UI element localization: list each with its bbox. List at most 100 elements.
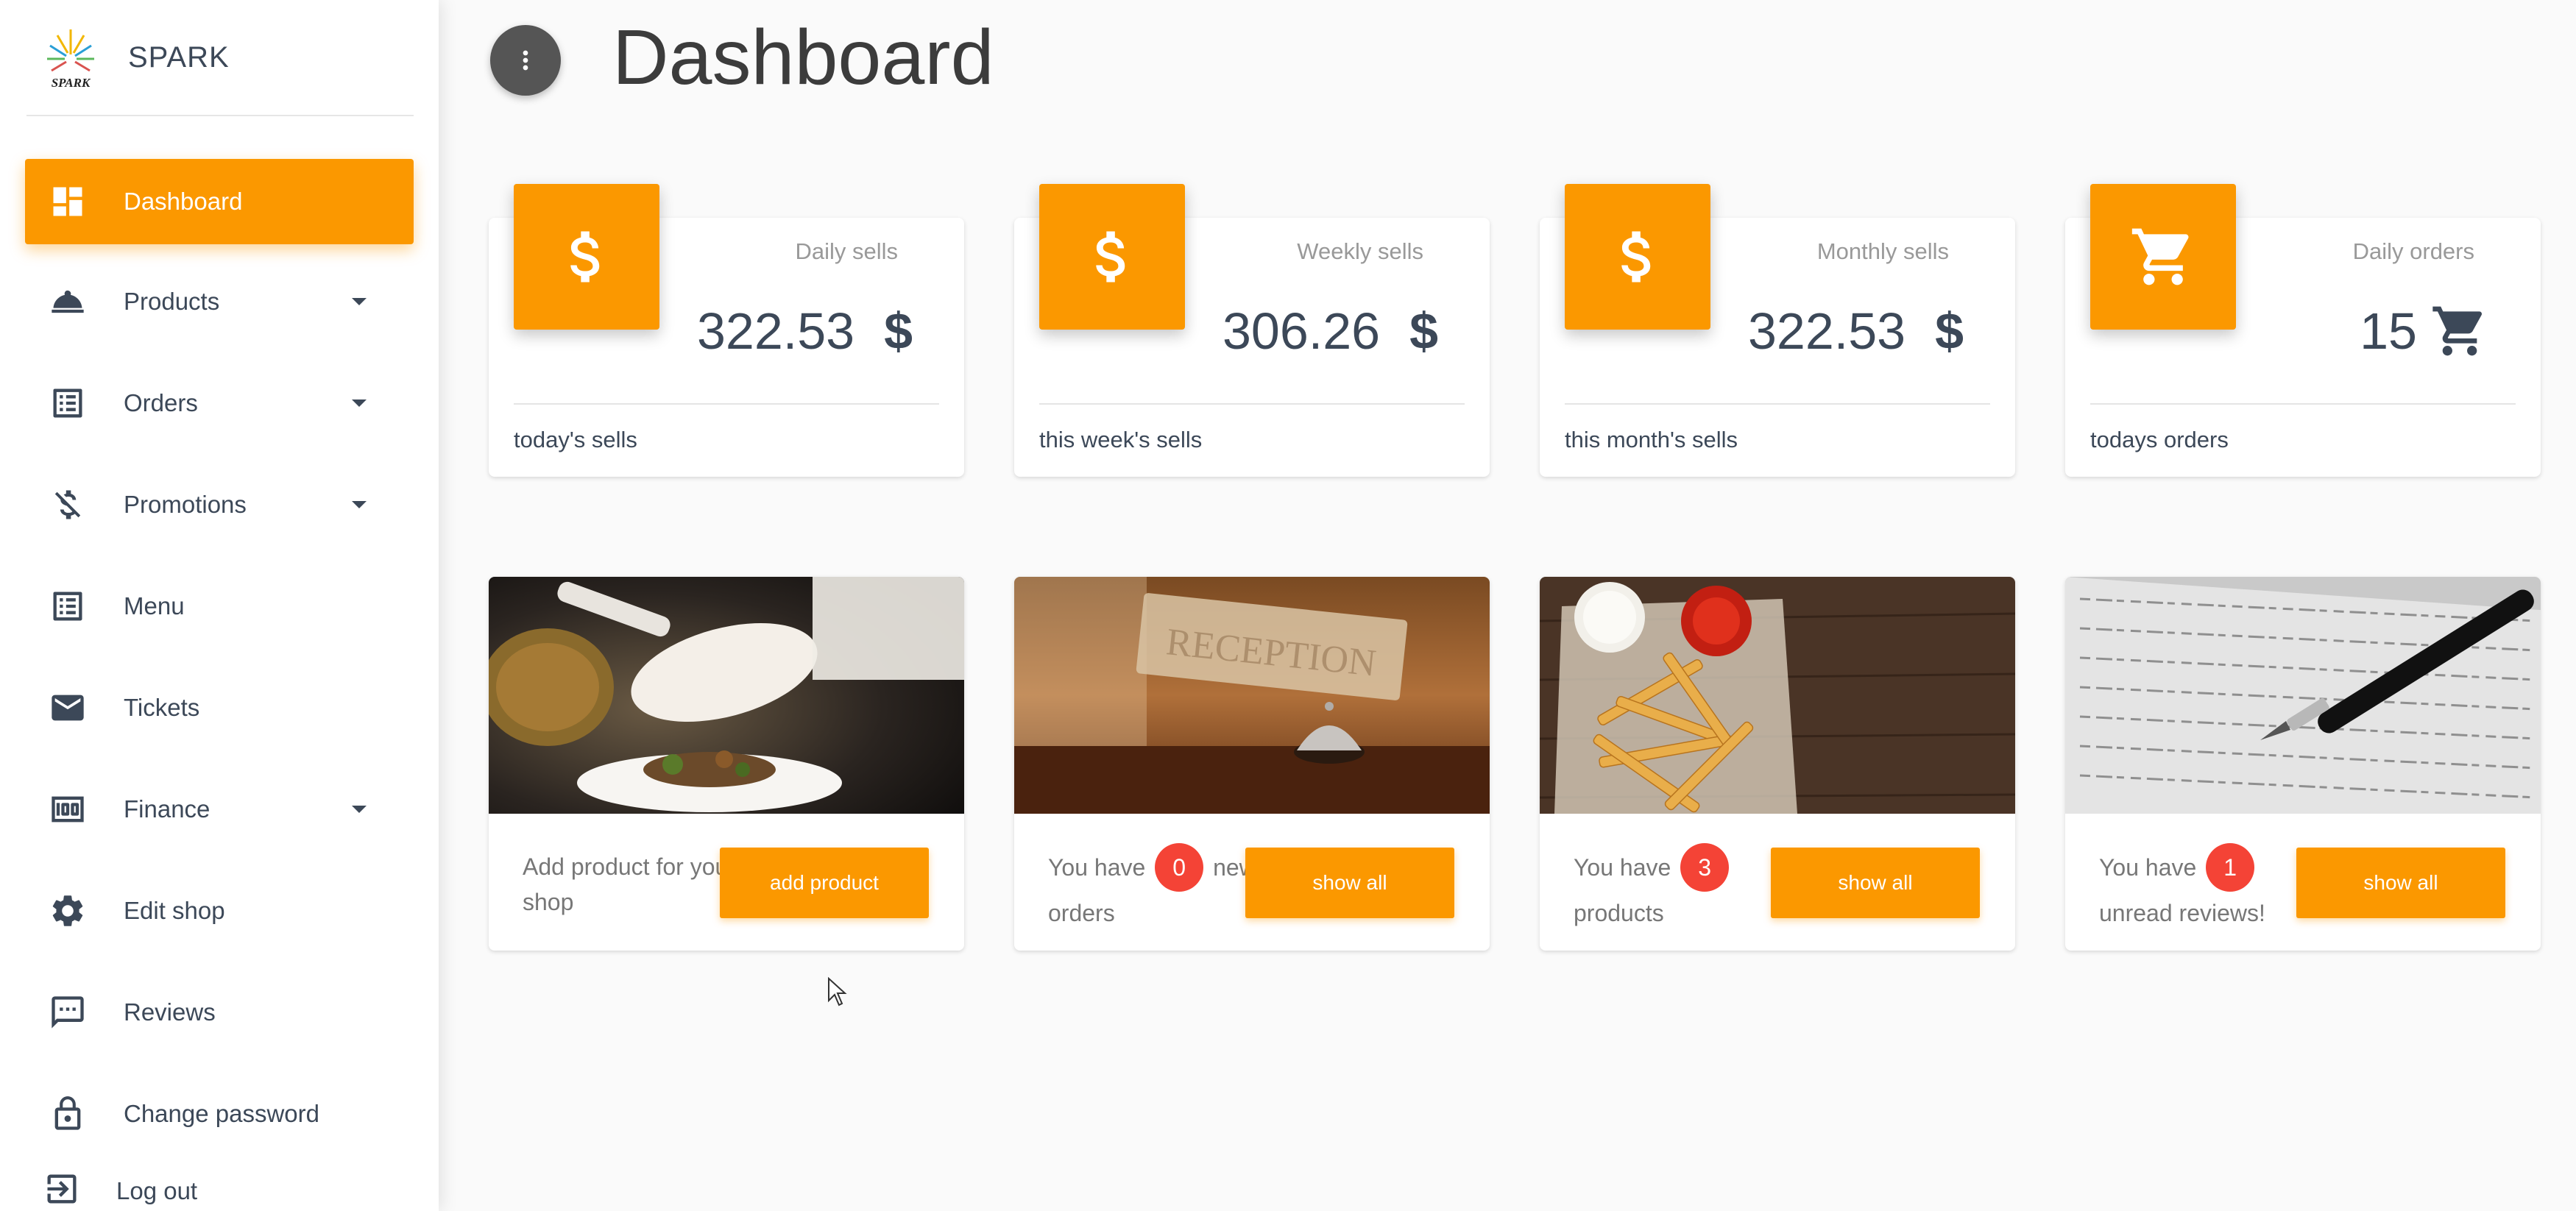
stat-icon-box — [2090, 184, 2236, 330]
stat-card-daily-orders: Daily orders 15 todays orders — [2065, 184, 2541, 477]
sidebar-item-change-password[interactable]: Change password — [25, 1071, 414, 1157]
stat-value: 322.53 — [696, 302, 855, 360]
sidebar-item-dashboard[interactable]: Dashboard — [25, 159, 414, 244]
card-products: You have 3 products show all — [1540, 577, 2015, 951]
card-add-product: Add product for your shop add product — [489, 577, 964, 951]
cart-icon — [2432, 306, 2483, 356]
stat-category: Monthly sells — [1816, 238, 1949, 264]
money-icon — [49, 790, 87, 828]
cart-icon — [2131, 228, 2189, 285]
dollar-icon — [1096, 231, 1125, 283]
sidebar-item-label: Dashboard — [124, 188, 243, 215]
room-service-icon — [49, 283, 87, 321]
card-text-pre: You have — [1574, 854, 1671, 881]
sidebar-toggle-button[interactable] — [490, 25, 561, 96]
more-vert-icon — [523, 50, 528, 71]
sidebar-item-reviews[interactable]: Reviews — [25, 970, 414, 1055]
add-product-button[interactable]: add product — [720, 848, 929, 918]
dashboard-icon — [49, 182, 87, 221]
stat-value-row: 306.26 $ — [1222, 302, 1438, 361]
brand[interactable]: SPARK SPARK — [26, 0, 414, 116]
sidebar-item-label: Tickets — [124, 694, 200, 721]
sidebar-item-log-out[interactable]: Log out — [25, 1151, 414, 1211]
stat-footer: todays orders — [2090, 427, 2229, 452]
sidebar-item-label: Promotions — [124, 491, 247, 518]
card-reviews: You have 1 unread reviews! show all — [2065, 577, 2541, 951]
chevron-down-icon — [352, 399, 367, 407]
unread-reviews-count-badge: 1 — [2206, 842, 2255, 892]
sidebar-item-products[interactable]: Products — [25, 259, 414, 344]
card-text: You have 1 unread reviews! — [2099, 842, 2313, 934]
list-icon — [49, 587, 87, 625]
show-all-reviews-button[interactable]: show all — [2296, 848, 2505, 918]
stat-value: 15 — [2360, 302, 2417, 360]
card-text: You have 3 products — [1574, 842, 1787, 934]
stat-unit: $ — [1935, 302, 1964, 360]
sidebar-item-label: Products — [124, 288, 220, 315]
show-all-orders-button[interactable]: show all — [1245, 848, 1454, 918]
sidebar-item-label: Finance — [124, 795, 210, 823]
stat-icon-box — [514, 184, 659, 330]
stat-card-monthly-sells: Monthly sells 322.53 $ this month's sell… — [1540, 184, 2015, 477]
stat-category: Daily orders — [2352, 238, 2474, 264]
pen-letter-photo — [2065, 577, 2541, 814]
sidebar-item-promotions[interactable]: Promotions — [25, 462, 414, 547]
chevron-down-icon — [352, 806, 367, 813]
card-new-orders: RECEPTION You have 0 new orders show all — [1014, 577, 1490, 951]
stat-value-row: 322.53 $ — [1748, 302, 1964, 361]
dollar-icon — [570, 231, 600, 283]
lock-icon — [49, 1095, 87, 1133]
stat-footer: this week's sells — [1039, 427, 1203, 452]
stat-footer: this month's sells — [1565, 427, 1738, 452]
sidebar-item-edit-shop[interactable]: Edit shop — [25, 868, 414, 953]
divider — [514, 403, 939, 405]
card-text-pre: You have — [1048, 854, 1146, 881]
chevron-down-icon — [352, 501, 367, 508]
chevron-down-icon — [352, 298, 367, 305]
stat-category: Weekly sells — [1297, 238, 1423, 264]
products-count-badge: 3 — [1680, 842, 1730, 892]
stat-category: Daily sells — [795, 238, 898, 264]
sidebar-item-label: Log out — [116, 1177, 198, 1204]
stat-unit: $ — [1409, 302, 1438, 360]
mouse-cursor-icon — [828, 977, 847, 1006]
card-text: Add product for your shop — [523, 853, 736, 915]
settings-icon — [49, 892, 87, 930]
money-off-icon — [49, 486, 87, 524]
sidebar: SPARK SPARK Dashboard Products Orders Pr… — [0, 0, 439, 1211]
sidebar-item-menu[interactable]: Menu — [25, 564, 414, 649]
stat-value: 322.53 — [1747, 302, 1906, 360]
card-text: You have 0 new orders — [1048, 842, 1262, 934]
stat-unit: $ — [884, 302, 913, 360]
stat-card-daily-sells: Daily sells 322.53 $ today's sells — [489, 184, 964, 477]
stat-footer: today's sells — [514, 427, 637, 452]
dollar-icon — [1621, 231, 1651, 283]
sidebar-item-label: Reviews — [124, 998, 216, 1026]
sidebar-item-label: Edit shop — [124, 897, 225, 924]
new-orders-count-badge: 0 — [1155, 842, 1204, 892]
divider — [1565, 403, 1990, 405]
reception-bell-photo: RECEPTION — [1014, 577, 1490, 814]
card-text-post: products — [1574, 899, 1664, 926]
stat-value-row: 15 — [2360, 302, 2489, 361]
fries-photo — [1540, 577, 2015, 814]
comment-icon — [49, 993, 87, 1031]
mail-icon — [49, 689, 87, 727]
show-all-products-button[interactable]: show all — [1771, 848, 1980, 918]
sidebar-item-label: Change password — [124, 1100, 319, 1127]
stat-icon-box — [1565, 184, 1710, 330]
stat-card-weekly-sells: Weekly sells 306.26 $ this week's sells — [1014, 184, 1490, 477]
sidebar-item-label: Orders — [124, 389, 198, 416]
brand-name: SPARK — [128, 40, 230, 74]
sidebar-item-finance[interactable]: Finance — [25, 767, 414, 852]
sidebar-item-label: Menu — [124, 592, 185, 619]
spark-logo-text: SPARK — [52, 76, 91, 90]
sidebar-item-orders[interactable]: Orders — [25, 361, 414, 446]
sidebar-item-tickets[interactable]: Tickets — [25, 665, 414, 750]
card-text-pre: You have — [2099, 854, 2197, 881]
stat-icon-box — [1039, 184, 1185, 330]
divider — [1039, 403, 1465, 405]
stat-value: 306.26 — [1222, 302, 1381, 360]
logout-icon — [43, 1170, 81, 1208]
card-text-post: unread reviews! — [2099, 899, 2265, 926]
